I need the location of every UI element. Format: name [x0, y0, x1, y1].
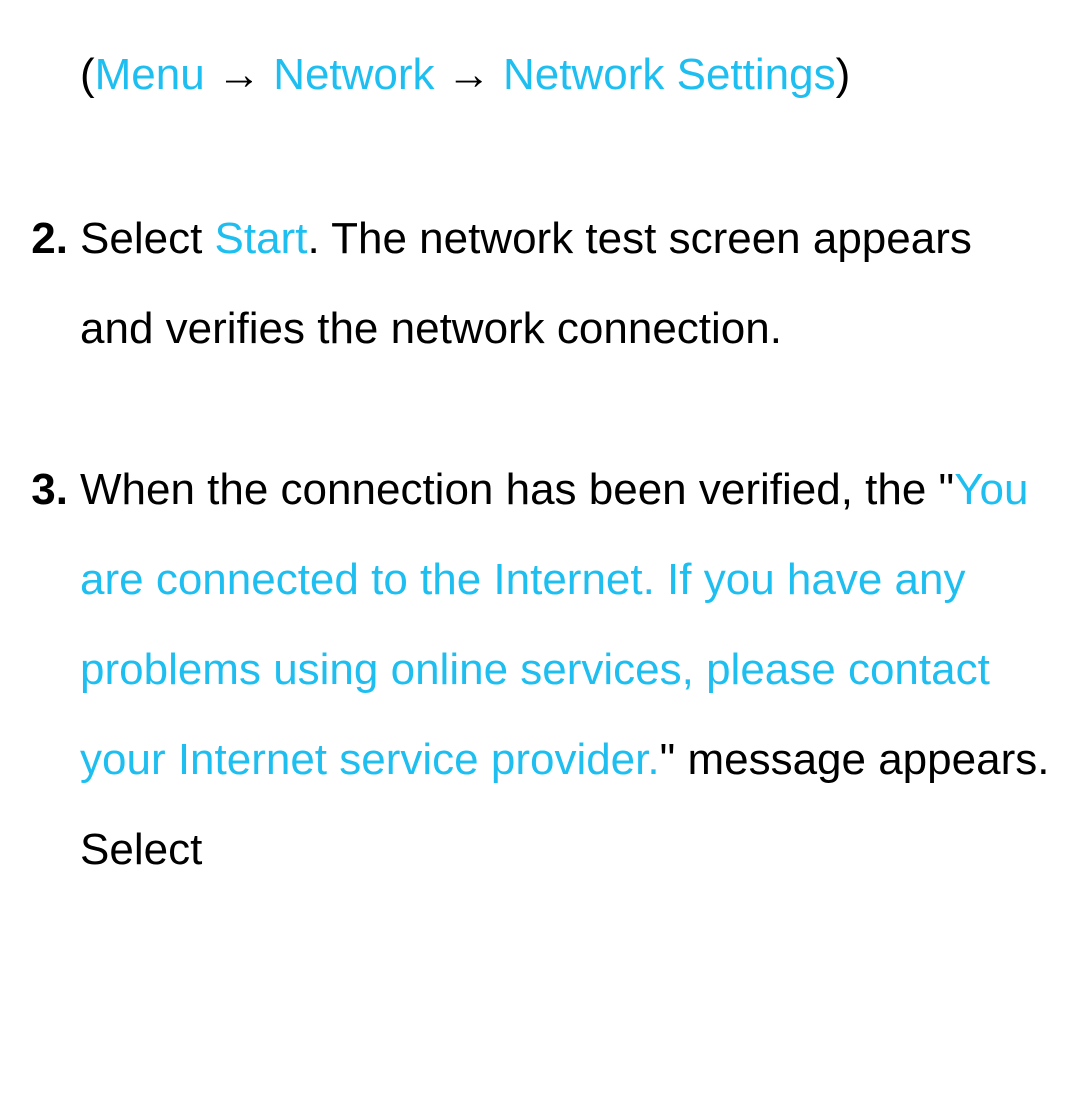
- menu-path-network: Network: [273, 50, 434, 99]
- step-marker: 3.: [30, 445, 80, 896]
- arrow-icon: →: [205, 50, 273, 99]
- start-label: Start: [215, 214, 308, 263]
- step-content: (Menu → Network → Network Settings): [80, 30, 1050, 120]
- paren-close: ): [836, 50, 851, 99]
- menu-path-menu: Menu: [95, 50, 205, 99]
- arrow-icon: →: [435, 50, 503, 99]
- instruction-step-1-continuation: (Menu → Network → Network Settings): [30, 30, 1050, 120]
- instruction-step-3: 3. When the connection has been verified…: [30, 445, 1050, 896]
- step-marker: [30, 30, 80, 120]
- step-marker: 2.: [30, 194, 80, 374]
- instruction-step-2: 2. Select Start. The network test screen…: [30, 194, 1050, 374]
- text-pre: When the connection has been verified, t…: [80, 465, 954, 514]
- step-content: When the connection has been verified, t…: [80, 445, 1050, 896]
- paren-open: (: [80, 50, 95, 99]
- text-pre: Select: [80, 214, 215, 263]
- step-content: Select Start. The network test screen ap…: [80, 194, 1050, 374]
- menu-path-network-settings: Network Settings: [503, 50, 836, 99]
- instruction-list: (Menu → Network → Network Settings) 2. S…: [30, 30, 1050, 896]
